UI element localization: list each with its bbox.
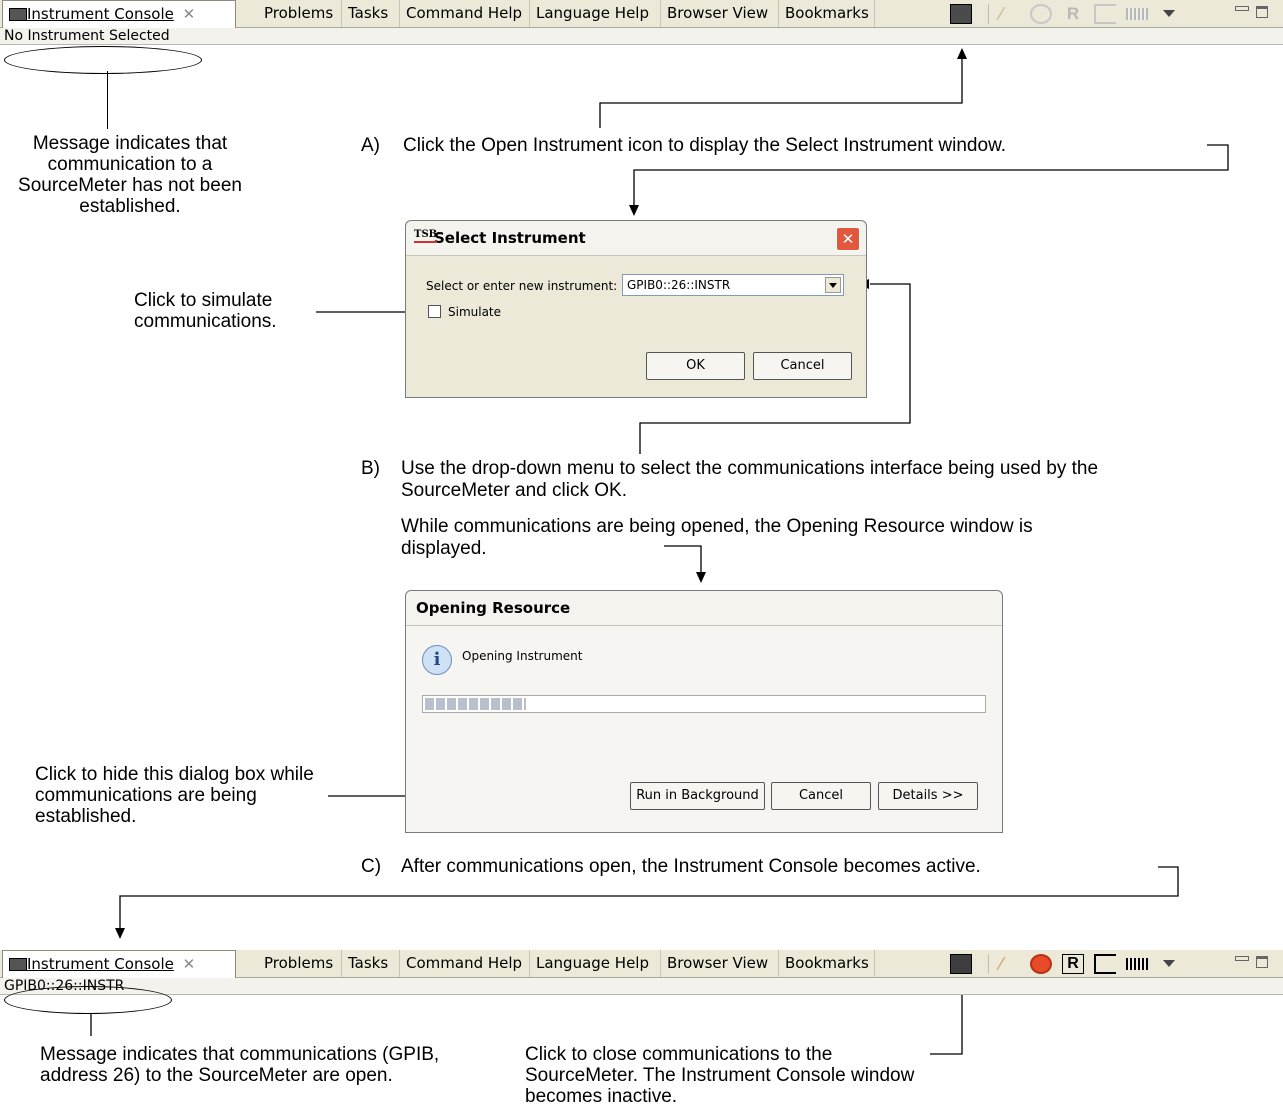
step-b-letter: B): [361, 458, 380, 479]
tab-browser-view[interactable]: Browser View: [661, 950, 779, 977]
status-highlight-ellipse: [4, 46, 202, 74]
tab-tasks[interactable]: Tasks: [342, 0, 400, 27]
eraser-icon[interactable]: ⁄: [1000, 954, 1022, 974]
separator: [988, 954, 989, 974]
step-c-text: After communications open, the Instrumen…: [401, 856, 981, 877]
view-menu-icon[interactable]: [1163, 960, 1175, 967]
tab-browser-view[interactable]: Browser View: [661, 0, 779, 27]
tab-bookmarks[interactable]: Bookmarks: [779, 0, 875, 27]
maximize-icon[interactable]: [1256, 956, 1268, 968]
minimize-icon[interactable]: [1235, 6, 1249, 11]
view-menu-icon[interactable]: [1163, 10, 1175, 17]
ok-button[interactable]: OK: [646, 352, 745, 380]
details-button[interactable]: Details >>: [878, 782, 978, 810]
dialog-title-bar: TSB Select Instrument ✕: [406, 221, 866, 256]
cancel-button[interactable]: Cancel: [771, 782, 871, 810]
cancel-button[interactable]: Cancel: [753, 352, 852, 380]
leader-line: [107, 71, 108, 129]
progress-fill: [425, 698, 526, 710]
tab-label: Instrument Console: [27, 5, 174, 23]
simulate-label: Simulate: [448, 305, 502, 319]
reset-icon[interactable]: R: [1062, 954, 1084, 974]
status-line: No Instrument Selected: [0, 28, 1283, 44]
opening-message: Opening Instrument: [462, 649, 583, 663]
stop-icon[interactable]: [1030, 954, 1052, 974]
bottom-toolbar: Instrument Console ✕ Problems Tasks Comm…: [0, 950, 1283, 995]
opening-resource-dialog: Opening Resource i Opening Instrument Ru…: [405, 590, 1003, 833]
dialog-title: Opening Resource: [406, 591, 1002, 626]
simulate-checkbox[interactable]: [428, 305, 441, 318]
console-icon: [9, 8, 27, 21]
tab-command-help[interactable]: Command Help: [400, 0, 530, 27]
tab-tasks[interactable]: Tasks: [342, 950, 400, 977]
instrument-combo[interactable]: GPIB0::26::INSTR: [622, 274, 844, 296]
tab-language-help[interactable]: Language Help: [530, 0, 661, 27]
tab-label: Instrument Console: [27, 955, 174, 973]
select-instrument-dialog: TSB Select Instrument ✕ Select or enter …: [405, 220, 867, 398]
instrument-field-label: Select or enter new instrument:: [426, 279, 618, 293]
instrument-combo-value: GPIB0::26::INSTR: [627, 278, 731, 292]
minimize-icon[interactable]: [1235, 956, 1249, 961]
comm-open-callout: Message indicates that communications (G…: [40, 1044, 440, 1086]
tab-instrument-console[interactable]: Instrument Console ✕: [2, 950, 236, 978]
close-button[interactable]: ✕: [836, 227, 860, 251]
flag-icon[interactable]: [1094, 954, 1116, 974]
bottom-tab-row: Instrument Console ✕ Problems Tasks Comm…: [0, 950, 1283, 978]
run-in-background-button[interactable]: Run in Background: [630, 782, 765, 810]
step-c-letter: C): [361, 856, 382, 877]
status-line: GPIB0::26::INSTR: [0, 978, 1283, 994]
top-tab-row: Instrument Console ✕ Problems Tasks Comm…: [0, 0, 1283, 28]
tab-problems[interactable]: Problems: [258, 950, 342, 977]
progress-bar: [422, 695, 986, 713]
tab-language-help[interactable]: Language Help: [530, 950, 661, 977]
tab-bookmarks[interactable]: Bookmarks: [779, 950, 875, 977]
stop-icon[interactable]: [1030, 4, 1052, 24]
tab-instrument-console[interactable]: Instrument Console ✕: [2, 0, 236, 28]
step-a-letter: A): [361, 135, 380, 156]
tsb-logo-icon: TSB: [414, 229, 438, 243]
reset-icon[interactable]: R: [1062, 4, 1084, 24]
console-icon: [9, 958, 27, 971]
simulate-callout: Click to simulate communications.: [134, 290, 277, 332]
hide-dialog-callout: Click to hide this dialog box while comm…: [35, 764, 314, 827]
step-a-text: Click the Open Instrument icon to displa…: [403, 135, 1007, 156]
chevron-down-icon[interactable]: [825, 277, 841, 293]
close-icon[interactable]: ✕: [183, 955, 196, 973]
close-instrument-icon[interactable]: [950, 954, 972, 974]
close-icon[interactable]: ✕: [183, 5, 196, 23]
tab-problems[interactable]: Problems: [258, 0, 342, 27]
close-comm-callout: Click to close communications to the Sou…: [525, 1044, 915, 1107]
step-b-text: Use the drop-down menu to select the com…: [401, 458, 1099, 501]
separator: [988, 4, 989, 24]
tab-command-help[interactable]: Command Help: [400, 950, 530, 977]
memory-icon[interactable]: [1126, 958, 1148, 970]
info-icon: i: [422, 645, 452, 675]
eraser-icon[interactable]: ⁄: [1000, 4, 1022, 24]
step-b-text2: While communications are being opened, t…: [401, 516, 1033, 559]
flag-icon[interactable]: [1094, 4, 1116, 24]
no-comm-callout: Message indicates that communication to …: [18, 133, 242, 217]
top-toolbar: Instrument Console ✕ Problems Tasks Comm…: [0, 0, 1283, 45]
dialog-title: Select Instrument: [434, 229, 586, 247]
open-instrument-icon[interactable]: [950, 4, 972, 24]
status-highlight-ellipse: [4, 986, 172, 1014]
memory-icon[interactable]: [1126, 8, 1148, 20]
maximize-icon[interactable]: [1256, 6, 1268, 18]
